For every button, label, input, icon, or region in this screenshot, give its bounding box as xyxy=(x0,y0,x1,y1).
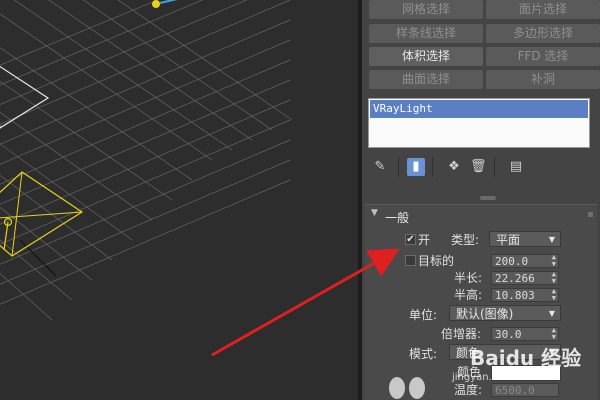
cap-holes-button[interactable]: 补洞 xyxy=(486,70,600,89)
temperature-label: 温度: xyxy=(454,383,483,397)
spinner-arrows-icon[interactable]: ▲ ▼ xyxy=(552,271,556,285)
units-label: 单位: xyxy=(409,308,438,322)
spline-select-button[interactable]: 样条线选择 xyxy=(369,24,483,43)
make-unique-icon[interactable]: ❖ xyxy=(446,158,462,176)
temperature-value: 6500.0 xyxy=(495,384,535,397)
type-dropdown[interactable]: 平面 ▼ xyxy=(489,231,561,247)
pin-stack-icon[interactable]: ✎ xyxy=(372,158,388,176)
type-value: 平面 xyxy=(496,233,521,247)
spinner-arrows-icon[interactable]: ▲ ▼ xyxy=(552,254,556,268)
mesh-select-button[interactable]: 网格选择 xyxy=(369,0,483,19)
units-dropdown[interactable]: 默认(图像) ▼ xyxy=(449,305,561,321)
chevron-down-icon: ▼ xyxy=(548,235,555,244)
multiplier-label: 倍增器: xyxy=(441,327,482,341)
half-length-label: 半长: xyxy=(454,271,483,285)
poly-select-button[interactable]: 多边形选择 xyxy=(486,24,600,43)
target-distance-spinner[interactable]: 200.0 ▲ ▼ xyxy=(491,254,559,268)
units-value: 默认(图像) xyxy=(456,307,514,321)
modifier-stack-list[interactable]: VRayLight xyxy=(368,98,590,148)
light-bulb-icon xyxy=(389,377,405,399)
light-bulb-icon xyxy=(409,377,425,399)
configure-modifier-sets-icon[interactable]: ▤ xyxy=(508,158,524,176)
command-panel: 网格选择 面片选择 样条线选择 多边形选择 体积选择 FFD 选择 曲面选择 补… xyxy=(362,0,600,400)
multiplier-value: 30.0 xyxy=(495,328,522,341)
targeted-label: 目标的 xyxy=(418,254,455,268)
show-end-result-icon[interactable]: ▮ xyxy=(407,158,425,176)
target-distance-value: 200.0 xyxy=(495,255,529,268)
half-length-value: 22.266 xyxy=(495,272,535,285)
spinner-arrows-icon[interactable]: ▲ ▼ xyxy=(552,327,556,341)
surface-select-button[interactable]: 曲面选择 xyxy=(369,70,483,89)
temperature-spinner[interactable]: 6500.0 xyxy=(491,383,559,397)
mode-label: 模式: xyxy=(409,347,438,361)
ffd-select-button[interactable]: FFD 选择 xyxy=(486,47,600,66)
multiplier-spinner[interactable]: 30.0 ▲ ▼ xyxy=(491,327,559,341)
targeted-checkbox[interactable] xyxy=(405,255,416,266)
half-height-label: 半高: xyxy=(454,288,483,302)
spinner-arrows-icon[interactable]: ▲ ▼ xyxy=(552,288,556,302)
half-height-spinner[interactable]: 10.803 ▲ ▼ xyxy=(491,288,559,302)
half-height-value: 10.803 xyxy=(495,289,535,302)
remove-modifier-icon[interactable]: 🗑 xyxy=(470,158,487,176)
viewport-grid xyxy=(0,0,293,321)
toolbar-separator xyxy=(494,157,495,177)
rollout-title[interactable]: 一般 xyxy=(385,209,409,226)
watermark-url: jingyan.baidu.com xyxy=(452,372,545,383)
rollout-pin-icon xyxy=(588,212,593,217)
on-label: 开 xyxy=(418,233,431,247)
stack-item-vraylight[interactable]: VRayLight xyxy=(370,100,588,118)
baidu-jingyan-logo: Baidu 经验 xyxy=(470,346,582,370)
viewport[interactable] xyxy=(0,0,358,400)
panel-scroll-handle[interactable] xyxy=(480,196,496,200)
rollout-collapse-icon[interactable]: ▼ xyxy=(371,208,378,218)
type-label: 类型: xyxy=(451,233,480,247)
toolbar-separator xyxy=(398,157,399,177)
on-checkbox[interactable]: ✔ xyxy=(405,234,416,245)
chevron-down-icon: ▼ xyxy=(548,309,555,318)
half-length-spinner[interactable]: 22.266 ▲ ▼ xyxy=(491,271,559,285)
vol-select-button[interactable]: 体积选择 xyxy=(369,47,483,66)
toolbar-separator xyxy=(432,157,433,177)
patch-select-button[interactable]: 面片选择 xyxy=(486,0,600,19)
